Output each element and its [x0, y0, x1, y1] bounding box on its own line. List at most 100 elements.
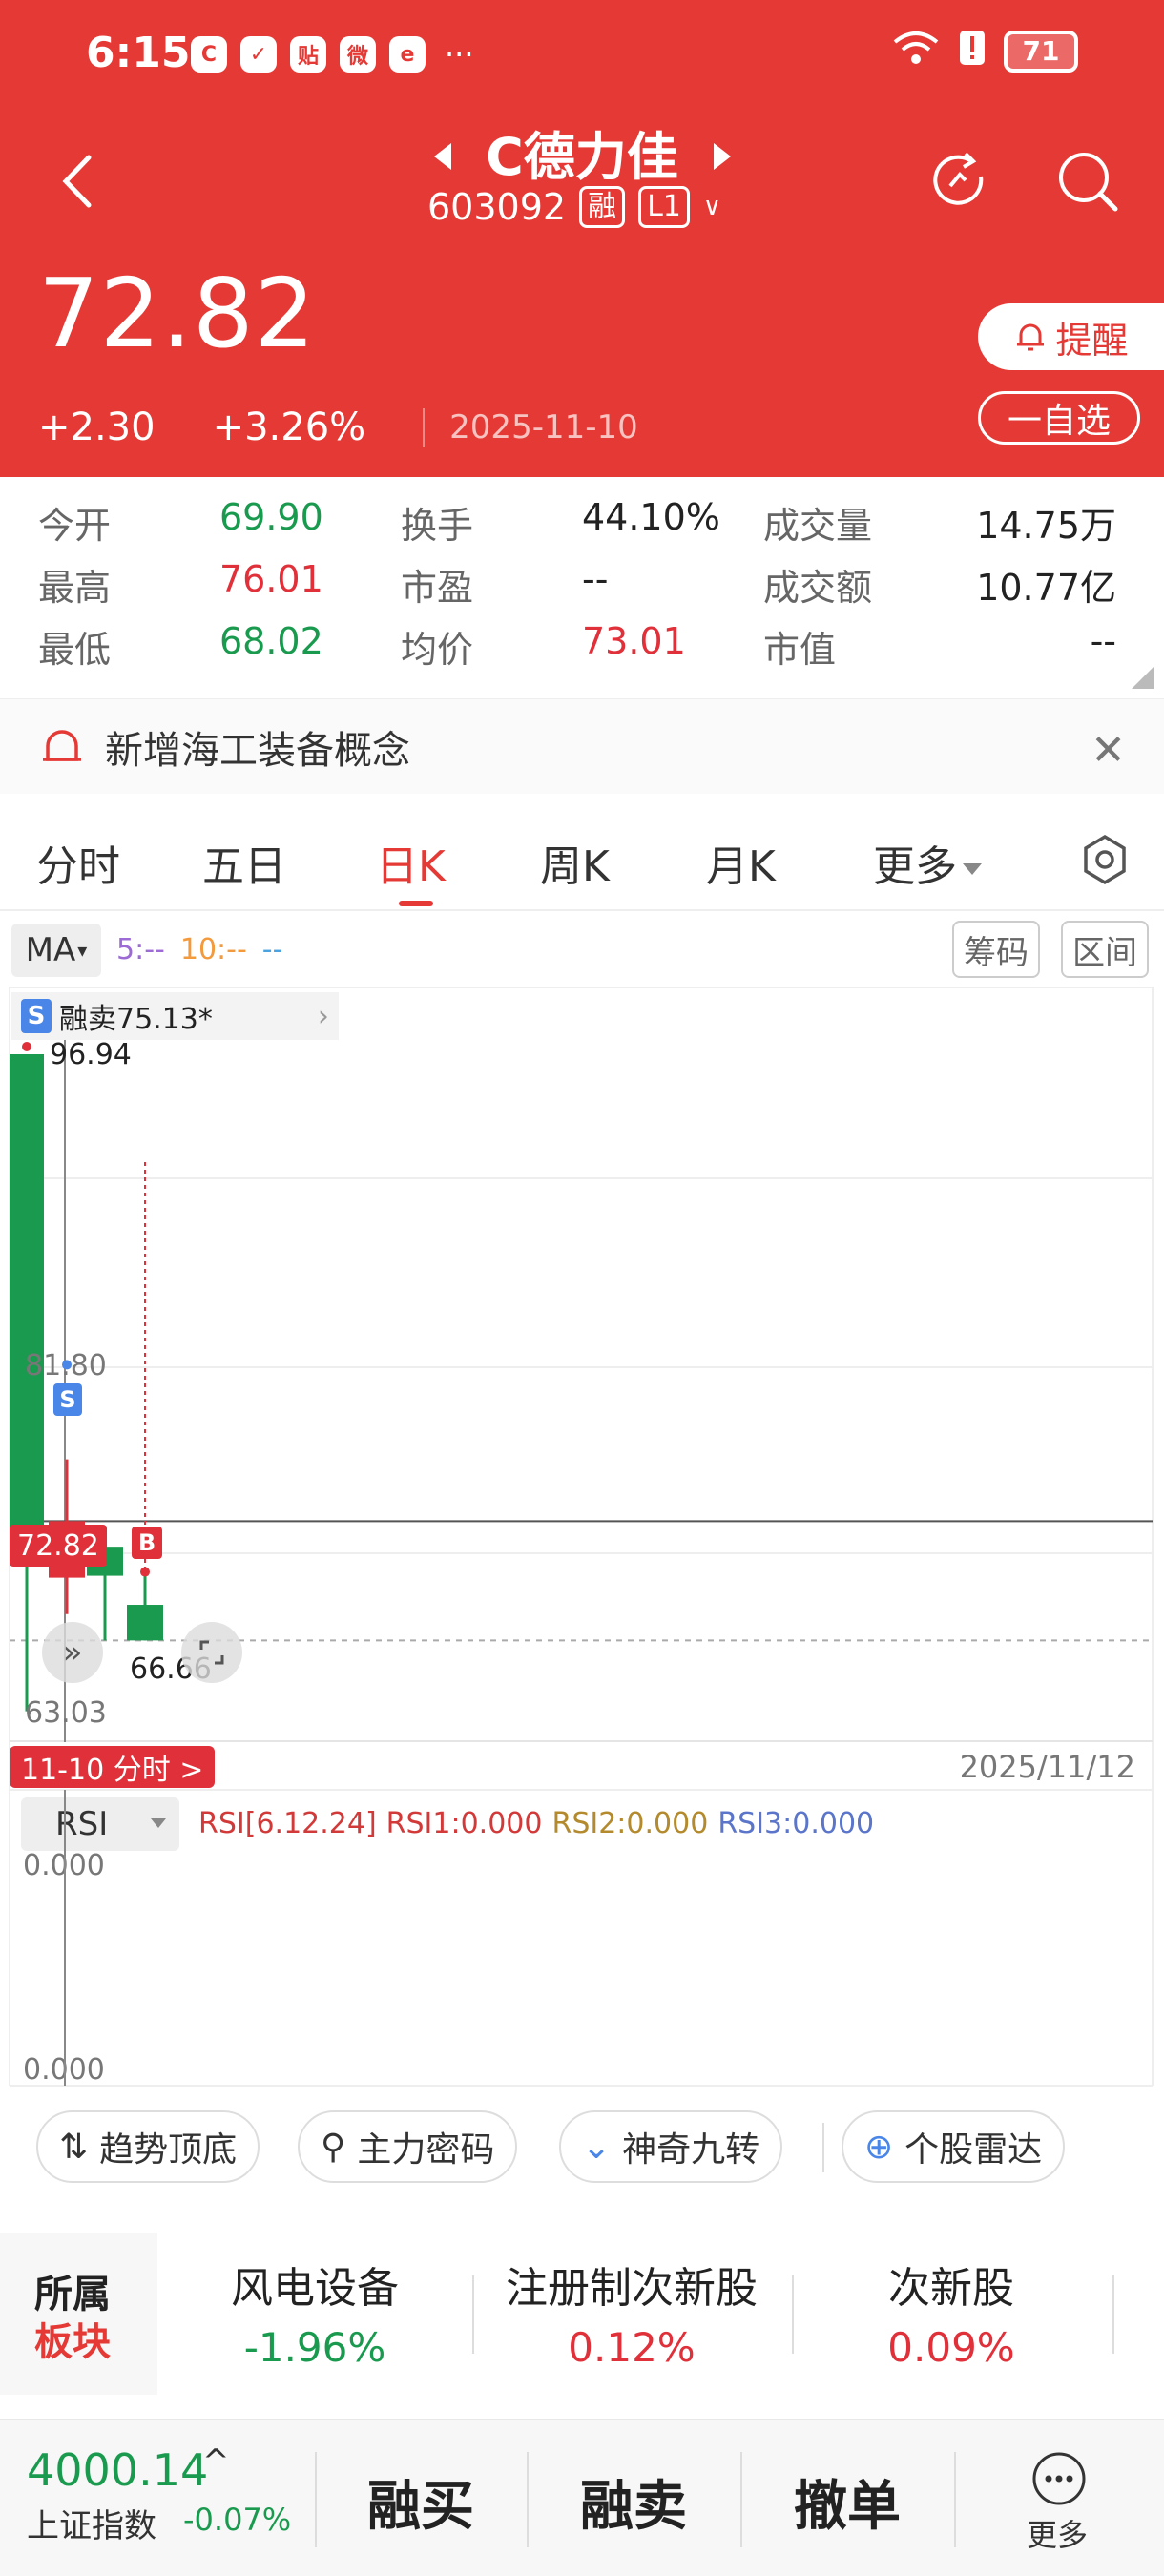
divider — [822, 2123, 824, 2172]
notification-wechat-icon: 微 — [340, 36, 376, 73]
quote-label: 成交额 — [763, 567, 873, 609]
next-stock-icon[interactable] — [714, 143, 731, 170]
ma5-value: 5:-- — [116, 933, 165, 966]
index-name[interactable]: 上证指数 — [27, 2500, 156, 2546]
expand-corner-icon[interactable] — [1132, 666, 1154, 689]
sector-pct: -1.96% — [243, 2324, 386, 2371]
wifi-icon — [891, 29, 941, 73]
bell-icon — [43, 729, 81, 761]
price-change: +2.30 — [38, 405, 156, 449]
alert-button[interactable]: 提醒 — [978, 303, 1164, 370]
notification-tieba-icon: 贴 — [290, 36, 326, 73]
notification-app-icon: C — [191, 36, 227, 73]
quote-label: 最高 — [38, 567, 112, 609]
quote-turnover: 换手 44.10% — [401, 496, 763, 549]
margin-sell-tip[interactable]: S 融卖75.13* › — [11, 992, 339, 1040]
tool-label: 主力密码 — [357, 2130, 495, 2170]
chart-settings-icon[interactable] — [1078, 833, 1132, 886]
back-arrow-icon[interactable] — [52, 148, 100, 215]
tool-label: 趋势顶底 — [99, 2130, 238, 2170]
sector-item[interactable]: 注册制次新股 0.12% — [474, 2254, 789, 2371]
battery-indicator: 71 — [1004, 30, 1078, 73]
chart-period-tabs: 分时 五日 日K 周K 月K 更多 — [0, 811, 1164, 911]
alert-button-label: 提醒 — [1055, 319, 1129, 362]
trend-top-bottom-button[interactable]: ⇅ 趋势顶底 — [36, 2110, 260, 2183]
candle-body — [127, 1605, 163, 1641]
divider — [1112, 2275, 1114, 2354]
buy-marker[interactable]: B — [132, 1527, 162, 1559]
buy-marker-dot — [140, 1567, 150, 1577]
sector-header-line2: 板块 — [34, 2320, 111, 2364]
sector-pct: 0.09% — [887, 2324, 1015, 2371]
chip-distribution-button[interactable]: 筹码 — [952, 921, 1040, 978]
stock-name: C德力佳 — [486, 127, 678, 187]
sector-name: 注册制次新股 — [506, 2264, 758, 2313]
tab-more-label: 更多 — [873, 842, 957, 891]
tab-intraday[interactable]: 分时 — [36, 832, 120, 893]
sector-name: 次新股 — [888, 2264, 1014, 2313]
quote-value: 44.10% — [582, 496, 720, 538]
quote-date: 2025-11-10 — [423, 408, 638, 447]
refresh-icon[interactable] — [925, 148, 992, 215]
quote-amount: 成交额 10.77亿 — [763, 558, 1126, 611]
status-indicators: 71 — [891, 29, 1078, 73]
quote-value: 14.75万 — [976, 505, 1116, 547]
price-change-row: +2.30 +3.26% 2025-11-10 — [38, 405, 638, 449]
ma-indicator-select[interactable]: MA ▾ — [11, 924, 101, 977]
radar-icon: ⊕ — [864, 2127, 894, 2167]
search-icon[interactable] — [1054, 148, 1121, 215]
double-chevron-right-icon[interactable]: » — [42, 1622, 103, 1683]
cancel-order-button[interactable]: 撤单 — [794, 2463, 901, 2541]
tool-label: 神奇九转 — [622, 2130, 760, 2170]
chevron-up-icon[interactable]: ^ — [202, 2442, 230, 2481]
high-marker-dot — [22, 1042, 31, 1051]
main-force-code-button[interactable]: ⚲ 主力密码 — [298, 2110, 518, 2183]
divider — [315, 2452, 317, 2547]
notification-shield-icon: ✓ — [240, 36, 277, 73]
divider — [740, 2452, 742, 2547]
tab-weekly-k[interactable]: 周K — [540, 832, 610, 893]
quote-label: 市盈 — [401, 567, 474, 609]
sector-item[interactable]: 次新股 0.09% — [794, 2254, 1109, 2371]
active-tab-indicator — [399, 901, 433, 906]
watchlist-button[interactable]: 一自选 — [978, 391, 1140, 445]
ma-select-label: MA — [25, 931, 76, 969]
tab-five-day[interactable]: 五日 — [202, 832, 286, 893]
close-icon[interactable]: ✕ — [1091, 726, 1126, 775]
tab-monthly-k[interactable]: 月K — [706, 832, 776, 893]
quote-label: 市值 — [763, 629, 837, 671]
chevron-right-icon: › — [317, 999, 329, 1033]
sector-item[interactable]: 风电设备 -1.96% — [157, 2254, 472, 2371]
ma20-value: -- — [261, 933, 283, 966]
stock-subline: 603092 融 L1 ∨ — [427, 186, 721, 228]
more-dots-icon[interactable] — [1030, 2450, 1088, 2507]
stock-radar-button[interactable]: ⊕ 个股雷达 — [842, 2110, 1066, 2183]
quote-pe: 市盈 -- — [401, 558, 763, 611]
quote-low: 最低 68.02 — [38, 620, 401, 673]
status-bar: 6:15 C ✓ 贴 微 e ··· 71 — [0, 0, 1164, 114]
k-line-chart[interactable] — [0, 986, 1164, 1742]
sell-marker[interactable]: S — [53, 1383, 82, 1416]
tab-daily-k[interactable]: 日K — [376, 832, 446, 893]
margin-sell-button[interactable]: 融卖 — [580, 2463, 687, 2541]
caret-down-icon — [963, 863, 982, 875]
quote-value: 76.01 — [219, 558, 323, 600]
quote-grid: 今开 69.90 换手 44.10% 成交量 14.75万 最高 76.01 市盈 -- … — [0, 477, 1164, 696]
index-value[interactable]: 4000.14 — [27, 2444, 208, 2496]
concept-notice[interactable]: 新增海工装备概念 ✕ — [0, 698, 1164, 794]
y-tick-label: 81.80 — [25, 1349, 107, 1382]
margin-buy-button[interactable]: 融买 — [367, 2463, 474, 2541]
tab-more[interactable]: 更多 — [873, 832, 982, 893]
range-button[interactable]: 区间 — [1061, 921, 1149, 978]
quote-label: 今开 — [38, 505, 112, 547]
quote-value: 73.01 — [582, 620, 686, 662]
level-tag[interactable]: L1 — [638, 186, 690, 228]
rsi-panel — [9, 1742, 1154, 2087]
magic-nine-turns-button[interactable]: ⌄ 神奇九转 — [559, 2110, 783, 2183]
more-label[interactable]: 更多 — [1027, 2511, 1088, 2555]
quote-row: 今开 69.90 换手 44.10% 成交量 14.75万 — [38, 496, 1126, 549]
sell-badge: S — [21, 999, 52, 1033]
fullscreen-icon[interactable] — [181, 1622, 242, 1683]
chevron-down-icon[interactable]: ∨ — [703, 193, 721, 221]
quote-value: -- — [1090, 620, 1116, 662]
